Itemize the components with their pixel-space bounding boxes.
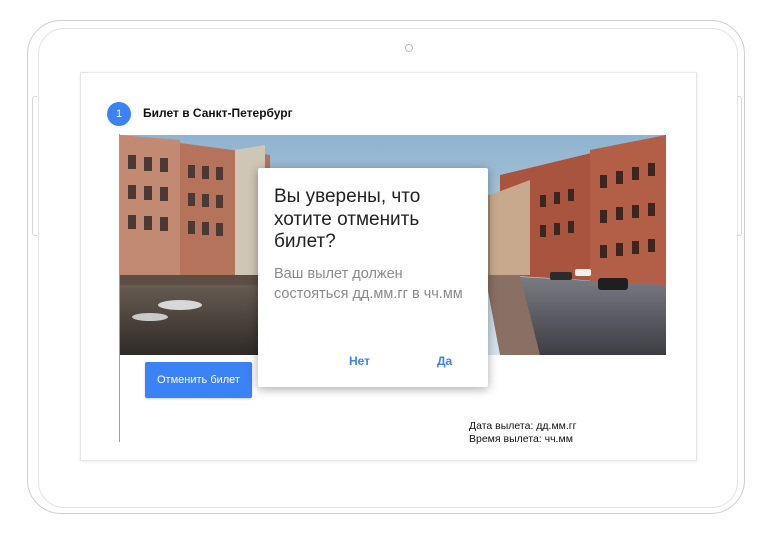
departure-info: Дата вылета: дд.мм.гг Время вылета: чч.м… <box>469 420 576 446</box>
confirm-cancel-dialog: Вы уверены, что хотите отменить билет? В… <box>258 168 488 387</box>
step-badge: 1 <box>107 102 131 126</box>
dialog-message: Ваш вылет должен состояться дд.мм.гг в ч… <box>274 266 463 302</box>
cancel-ticket-button[interactable]: Отменить билет <box>145 362 252 398</box>
departure-date: Дата вылета: дд.мм.гг <box>469 420 577 432</box>
ticket-title: Билет в Санкт-Петербург <box>143 106 293 120</box>
camera-icon <box>405 44 413 52</box>
no-button[interactable]: Нет <box>349 354 370 368</box>
tablet-side-button-right <box>737 96 742 236</box>
yes-button[interactable]: Да <box>437 354 452 368</box>
departure-time: Время вылета: чч.мм <box>469 433 573 445</box>
tablet-side-button-left <box>32 96 37 236</box>
dialog-title: Вы уверены, что хотите отменить билет? <box>274 186 421 252</box>
